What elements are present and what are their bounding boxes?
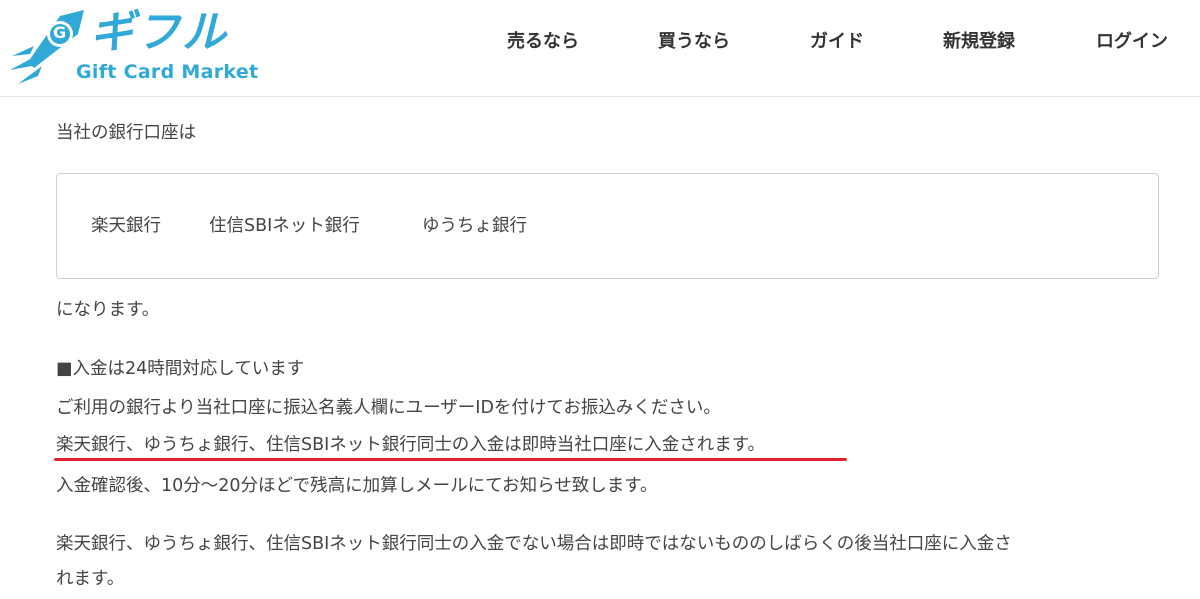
bank-yucho: ゆうちょ銀行 — [422, 216, 527, 236]
bank-rakuten: 楽天銀行 — [91, 216, 161, 236]
bank-list-box: 楽天銀行 住信SBIネット銀行 ゆうちょ銀行 — [56, 173, 1159, 279]
nav-guide[interactable]: ガイド — [810, 29, 864, 55]
logo-mark-letter: G — [53, 23, 67, 42]
other-bank-note-line2: れます。 — [56, 569, 125, 589]
bank-outro-text: になります。 — [56, 300, 160, 320]
confirmation-note: 入金確認後、10分〜20分ほどで残高に加算しメールにてお知らせ致します。 — [56, 476, 658, 496]
other-bank-note-line1: 楽天銀行、ゆうちょ銀行、住信SBIネット銀行同士の入金でない場合は即時ではないも… — [56, 534, 1012, 554]
site-logo[interactable]: G ギフル Gift Card Market — [8, 6, 258, 88]
highlight-underline — [54, 458, 847, 461]
logo-wordmark: ギフル — [90, 7, 228, 58]
bank-sbi: 住信SBIネット銀行 — [209, 216, 360, 236]
transfer-instruction: ご利用の銀行より当社口座に振込名義人欄にユーザーIDを付けてお振込みください。 — [56, 398, 721, 418]
nav-register[interactable]: 新規登録 — [943, 29, 1015, 55]
logo-tagline: Gift Card Market — [76, 61, 259, 83]
bank-intro-text: 当社の銀行口座は — [56, 123, 196, 143]
instant-deposit-note: 楽天銀行、ゆうちょ銀行、住信SBIネット銀行同士の入金は即時当社口座に入金されま… — [56, 435, 766, 455]
site-header: G ギフル Gift Card Market 売るなら 買うなら ガイド 新規登… — [0, 0, 1200, 97]
nav-buy[interactable]: 買うなら — [658, 29, 730, 55]
deposit-heading: ■入金は24時間対応しています — [56, 359, 305, 379]
nav-sell[interactable]: 売るなら — [507, 29, 579, 55]
nav-login[interactable]: ログイン — [1096, 29, 1168, 55]
